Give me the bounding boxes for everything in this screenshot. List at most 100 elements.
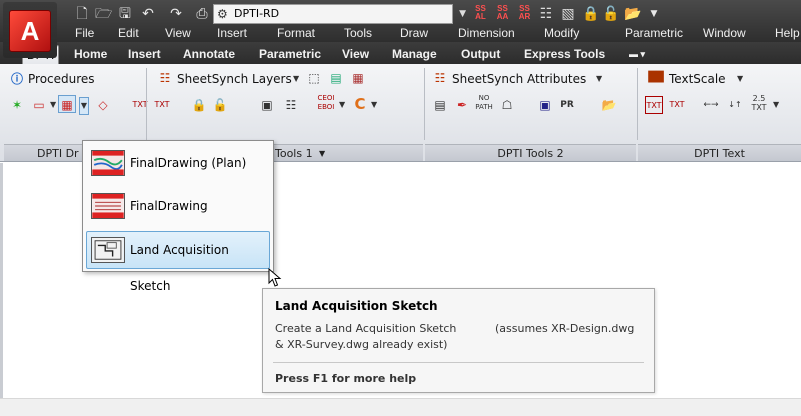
menu-parametric[interactable]: Parametric xyxy=(625,25,683,42)
redo-icon[interactable]: ↷ xyxy=(168,6,184,22)
application-menu-button[interactable]: A xyxy=(3,2,57,58)
road-icon[interactable]: ▭ xyxy=(30,96,48,114)
dropdown-item-plan[interactable]: FinalDrawing (Plan) xyxy=(86,144,270,182)
panel-separator xyxy=(424,68,425,140)
dropdown-item-sections[interactable]: FinalDrawing (Sections) xyxy=(86,187,270,251)
folder-icon[interactable]: 📂 xyxy=(600,96,618,114)
chevron-down-icon: ▼ xyxy=(459,9,466,19)
tab-express-tools[interactable]: Express Tools xyxy=(520,45,609,64)
tab-view[interactable]: View xyxy=(338,45,373,64)
menu-bar: File Edit View Insert Format Tools Draw … xyxy=(60,25,801,42)
save-icon[interactable]: 🖫 xyxy=(117,6,133,22)
ribbon-minimize-button[interactable]: ▬ ▾ xyxy=(625,45,649,64)
plan-drawing-icon xyxy=(91,150,125,176)
lock-icon[interactable]: 🔒 xyxy=(582,6,599,22)
tooltip-title: Land Acquisition Sketch xyxy=(275,299,438,313)
chevron-down-icon[interactable]: ▼ xyxy=(371,97,377,113)
lock-icon[interactable]: 🔒 xyxy=(190,96,208,114)
sheetsynch-attributes-button[interactable]: SheetSynch Attributes xyxy=(452,71,586,87)
tab-insert[interactable]: Insert xyxy=(124,45,165,64)
sheetsynch-layers-button[interactable]: SheetSynch Layers xyxy=(177,71,292,87)
procedures-button[interactable]: Procedures xyxy=(28,71,95,87)
chevron-down-icon[interactable]: ▼ xyxy=(50,97,56,113)
chevron-down-icon[interactable]: ▼ xyxy=(79,97,89,115)
attribute-sync-icon[interactable]: SS AL xyxy=(472,5,489,22)
workspace-select[interactable]: ⚙ DPTI-RD ▼ xyxy=(213,4,466,24)
table-icon[interactable]: ▤ xyxy=(431,96,449,114)
panel-title-text[interactable]: DPTI Text xyxy=(638,144,801,161)
panel-title-tools2[interactable]: DPTI Tools 2 xyxy=(425,144,636,161)
chevron-down-icon[interactable]: ▼ xyxy=(596,71,602,87)
rectangle-tool-icon[interactable]: ▣ xyxy=(536,96,554,114)
attribute-sync-icon-2[interactable]: SS AA xyxy=(494,5,511,22)
leader-icon[interactable]: ←→ xyxy=(702,96,720,114)
menu-file[interactable]: File xyxy=(75,25,94,42)
layer-tool-icon[interactable]: ⬚ xyxy=(305,69,323,87)
menu-insert[interactable]: Insert xyxy=(217,25,247,42)
no-path-icon[interactable]: NO PATH xyxy=(475,94,493,112)
network-icon[interactable]: ☖ xyxy=(498,96,516,114)
text-tool-icon-2[interactable]: TXT xyxy=(153,96,171,114)
tooltip-divider xyxy=(273,362,644,363)
tooltip-note: (assumes XR-Design.dwg xyxy=(495,322,635,335)
c-tool-icon[interactable]: C xyxy=(351,95,369,113)
chevron-down-icon[interactable]: ▼ xyxy=(773,97,779,113)
land-acquisition-icon xyxy=(91,237,125,263)
chevron-down-icon[interactable]: ▼ xyxy=(737,71,743,87)
text-box-icon[interactable]: TXT xyxy=(645,96,663,114)
unlock-icon[interactable]: 🔓 xyxy=(602,6,619,22)
dropdown-item-land-acquisition[interactable]: Land Acquisition Sketch xyxy=(86,231,270,293)
scale-txt-label: TXT xyxy=(751,103,767,112)
bottom-strip xyxy=(0,398,801,416)
eraser-icon[interactable]: ◇ xyxy=(94,96,112,114)
workspace-name: DPTI-RD xyxy=(234,7,280,20)
menu-tools[interactable]: Tools xyxy=(344,25,372,42)
panel-separator xyxy=(637,68,638,140)
plot-icon[interactable]: ⎙ xyxy=(194,6,210,22)
new-icon[interactable]: 🗋 xyxy=(74,6,90,22)
scale-icon[interactable]: ↓↑ xyxy=(726,96,744,114)
tab-annotate[interactable]: Annotate xyxy=(179,45,239,64)
menu-edit[interactable]: Edit xyxy=(118,25,139,42)
tooltip-help-hint: Press F1 for more help xyxy=(275,372,417,385)
chevron-down-icon[interactable]: ▼ xyxy=(339,97,345,113)
chevron-down-icon: ▼ xyxy=(319,149,326,158)
chevron-down-icon[interactable]: ▼ xyxy=(293,71,299,87)
grid-icon[interactable]: ☷ xyxy=(538,6,554,22)
menu-help[interactable]: Help xyxy=(775,25,800,42)
final-drawing-dropdown: FinalDrawing (Plan) FinalDrawing (Sectio… xyxy=(82,140,274,293)
menu-dimension[interactable]: Dimension xyxy=(458,25,515,42)
paper-space-icon[interactable]: ▣ xyxy=(258,96,276,114)
scale-25-label: 2.5 xyxy=(752,94,766,103)
title-bar: 🗋 🗁 🖫 ↶ ↷ ⎙ ⚙ DPTI-RD ▼ SS AL SS AA SS AR ☷… xyxy=(0,0,801,42)
tab-output[interactable]: Output xyxy=(457,45,504,64)
textscale-button[interactable]: TextScale xyxy=(669,71,726,87)
chevron-down-icon[interactable]: ▼ xyxy=(646,6,662,22)
folder-icon[interactable]: 📂 xyxy=(624,6,641,22)
menu-format[interactable]: Format xyxy=(277,25,315,42)
tab-home[interactable]: Home xyxy=(70,45,111,64)
survey-icon[interactable]: ✶ xyxy=(8,96,26,114)
autocad-logo-icon: A xyxy=(9,10,51,52)
tooltip-description-line1: Create a Land Acquisition Sketch xyxy=(275,322,457,335)
hatch-icon[interactable]: ☷ xyxy=(282,96,300,114)
final-drawing-split-button[interactable]: ▦ xyxy=(58,95,76,113)
unlock-icon[interactable]: 🔓 xyxy=(211,96,229,114)
menu-modify[interactable]: Modify xyxy=(544,25,579,42)
layer-grid-icon[interactable]: ▦ xyxy=(349,69,367,87)
tab-manage[interactable]: Manage xyxy=(388,45,441,64)
pr-icon[interactable]: PR xyxy=(558,96,576,114)
menu-view[interactable]: View xyxy=(165,25,191,42)
ceoi-icon[interactable]: CEOI EBOI xyxy=(317,94,335,112)
undo-icon[interactable]: ↶ xyxy=(140,6,156,22)
pen-icon[interactable]: ✒ xyxy=(453,96,471,114)
layer-state-icon[interactable]: ▤ xyxy=(327,69,345,87)
scale-25-icon[interactable]: 2.5 TXT xyxy=(750,94,768,112)
menu-window[interactable]: Window xyxy=(703,25,746,42)
menu-draw[interactable]: Draw xyxy=(400,25,428,42)
open-icon[interactable]: 🗁 xyxy=(95,6,112,22)
text-arrow-icon[interactable]: TXT xyxy=(668,96,686,114)
tab-parametric[interactable]: Parametric xyxy=(255,45,325,64)
attribute-sync-icon-3[interactable]: SS AR xyxy=(516,5,533,22)
layer-tool-icon[interactable]: ▧ xyxy=(560,6,576,22)
